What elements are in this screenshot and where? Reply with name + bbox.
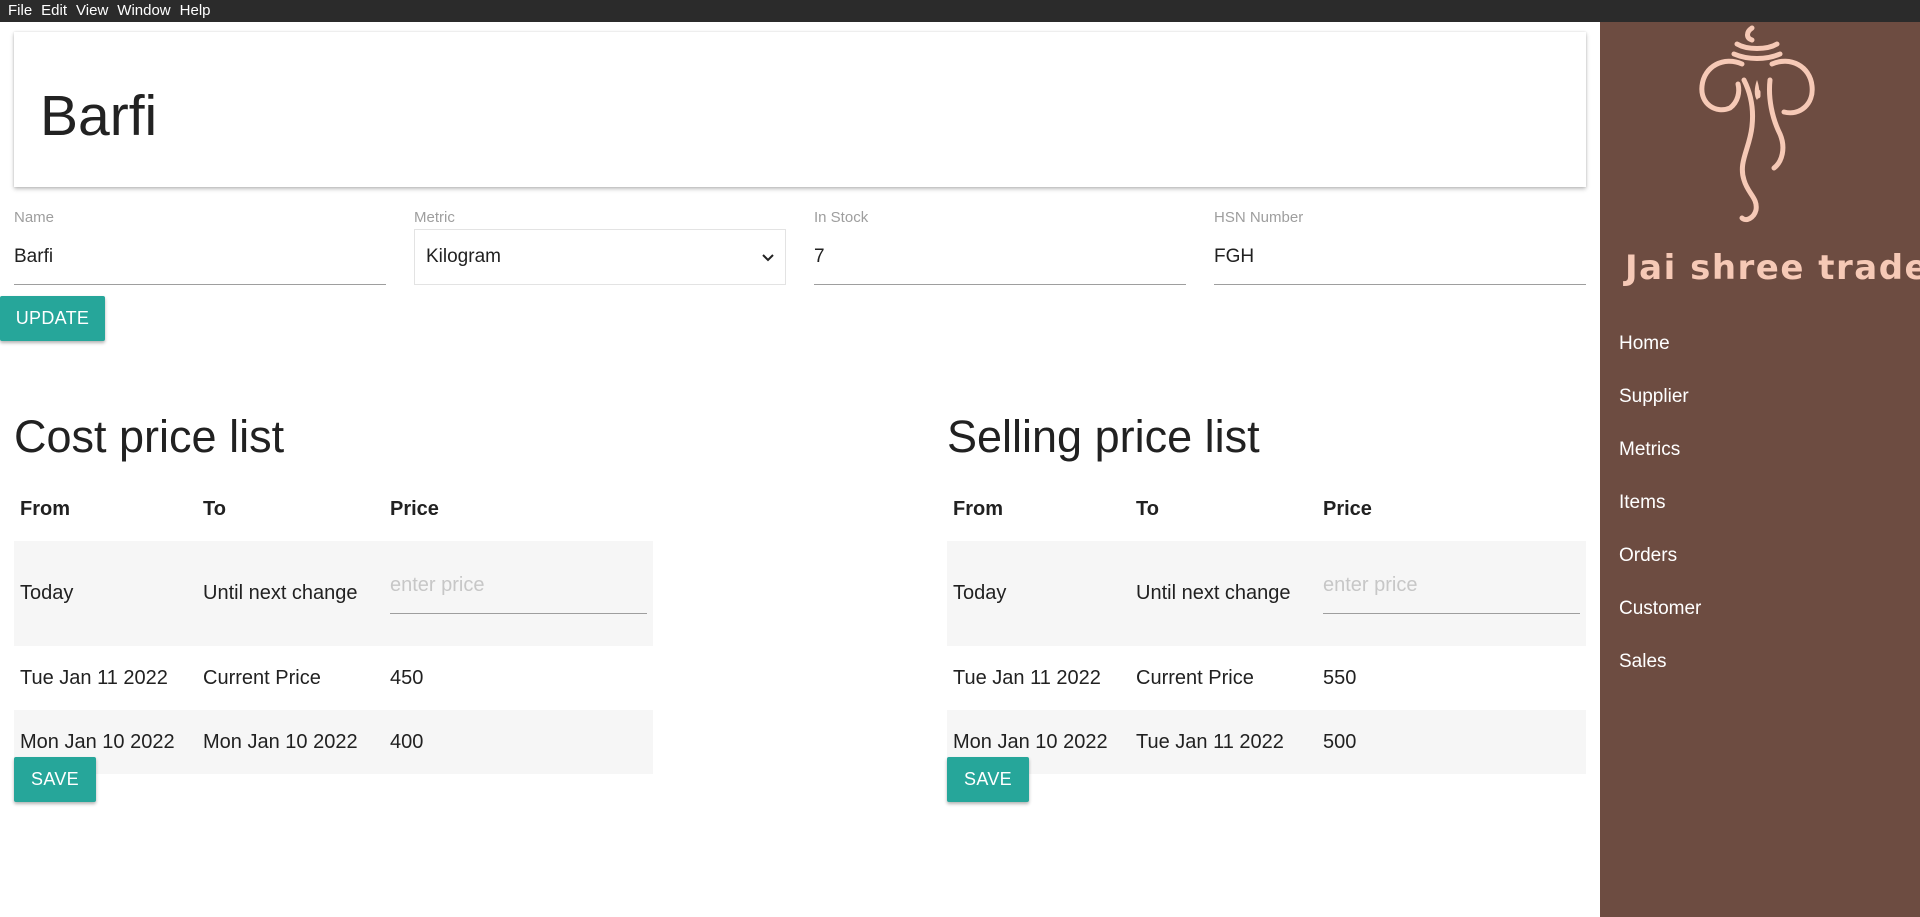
name-input[interactable]: Barfi: [14, 229, 386, 285]
hsn-field-group: HSN Number FGH: [1214, 207, 1586, 285]
column-header-to: To: [203, 497, 226, 520]
sidebar-item-customer[interactable]: Customer: [1600, 582, 1920, 635]
metric-selected-value: Kilogram: [426, 246, 501, 267]
sidebar-item-sales[interactable]: Sales: [1600, 635, 1920, 688]
metric-label: Metric: [414, 209, 455, 226]
table-row: Mon Jan 10 2022 Tue Jan 11 2022 500: [947, 710, 1586, 774]
table-row: Tue Jan 11 2022 Current Price 550: [947, 646, 1586, 710]
menu-bar: File Edit View Window Help: [0, 0, 1920, 22]
entry-from: Today: [14, 541, 197, 646]
sidebar-item-orders[interactable]: Orders: [1600, 529, 1920, 582]
sidebar-nav: Home Supplier Metrics Items Orders Custo…: [1600, 317, 1920, 688]
name-label: Name: [14, 209, 55, 226]
name-field-group: Name Barfi: [14, 207, 386, 285]
entry-price-cell: enter price: [1317, 541, 1586, 646]
ganesha-logo-icon: [1699, 25, 1815, 223]
cost-price-input[interactable]: enter price: [390, 568, 647, 614]
in-stock-label: In Stock: [814, 209, 869, 226]
cost-save-button[interactable]: SAVE: [14, 757, 96, 802]
selling-save-button[interactable]: SAVE: [947, 757, 1029, 802]
entry-to: Until next change: [1130, 541, 1317, 646]
table-header-row: From To Price: [947, 477, 1586, 541]
menu-edit[interactable]: Edit: [37, 0, 72, 22]
title-card: Barfi: [14, 32, 1586, 187]
sidebar-item-items[interactable]: Items: [1600, 476, 1920, 529]
menu-window[interactable]: Window: [113, 0, 175, 22]
selling-price-list-title: Selling price list: [947, 411, 1260, 462]
selling-price-table: From To Price Today Until next change en…: [947, 477, 1586, 774]
menu-help[interactable]: Help: [176, 0, 216, 22]
menu-view[interactable]: View: [72, 0, 113, 22]
cost-price-table: From To Price Today Until next change en…: [14, 477, 653, 774]
sidebar-item-supplier[interactable]: Supplier: [1600, 370, 1920, 423]
selling-price-input[interactable]: enter price: [1323, 568, 1580, 614]
row-price: 450: [384, 646, 653, 710]
menu-file[interactable]: File: [4, 0, 37, 22]
sidebar-item-home[interactable]: Home: [1600, 317, 1920, 370]
row-from: Tue Jan 11 2022: [947, 646, 1130, 710]
update-button[interactable]: UPDATE: [0, 296, 105, 341]
main-content: Barfi Name Barfi Metric Kilogram In Stoc…: [0, 22, 1600, 917]
row-price: 500: [1317, 710, 1586, 774]
row-price: 550: [1317, 646, 1586, 710]
column-header-price: Price: [1323, 497, 1372, 520]
chevron-down-icon: [762, 254, 774, 262]
column-header-from: From: [953, 497, 1003, 520]
table-header-row: From To Price: [14, 477, 653, 541]
entry-from: Today: [947, 541, 1130, 646]
page-title: Barfi: [40, 84, 158, 148]
entry-price-cell: enter price: [384, 541, 653, 646]
in-stock-input[interactable]: 7: [814, 229, 1186, 285]
row-to: Current Price: [1130, 646, 1317, 710]
metric-select[interactable]: Kilogram: [414, 229, 786, 285]
column-header-price: Price: [390, 497, 439, 520]
entry-to: Until next change: [197, 541, 384, 646]
in-stock-field-group: In Stock 7: [814, 207, 1186, 285]
hsn-input[interactable]: FGH: [1214, 229, 1586, 285]
sidebar-item-metrics[interactable]: Metrics: [1600, 423, 1920, 476]
brand-name: Jai shree traders: [1625, 248, 1920, 288]
row-to: Current Price: [197, 646, 384, 710]
cost-price-list-title: Cost price list: [14, 411, 285, 462]
column-header-from: From: [20, 497, 70, 520]
table-row: Tue Jan 11 2022 Current Price 450: [14, 646, 653, 710]
table-entry-row: Today Until next change enter price: [14, 541, 653, 646]
sidebar: Jai shree traders Home Supplier Metrics …: [1600, 22, 1920, 917]
hsn-label: HSN Number: [1214, 209, 1304, 226]
metric-field-group: Metric Kilogram: [414, 207, 786, 285]
row-price: 400: [384, 710, 653, 774]
row-to: Mon Jan 10 2022: [197, 710, 384, 774]
row-from: Tue Jan 11 2022: [14, 646, 197, 710]
table-row: Mon Jan 10 2022 Mon Jan 10 2022 400: [14, 710, 653, 774]
table-entry-row: Today Until next change enter price: [947, 541, 1586, 646]
row-to: Tue Jan 11 2022: [1130, 710, 1317, 774]
column-header-to: To: [1136, 497, 1159, 520]
